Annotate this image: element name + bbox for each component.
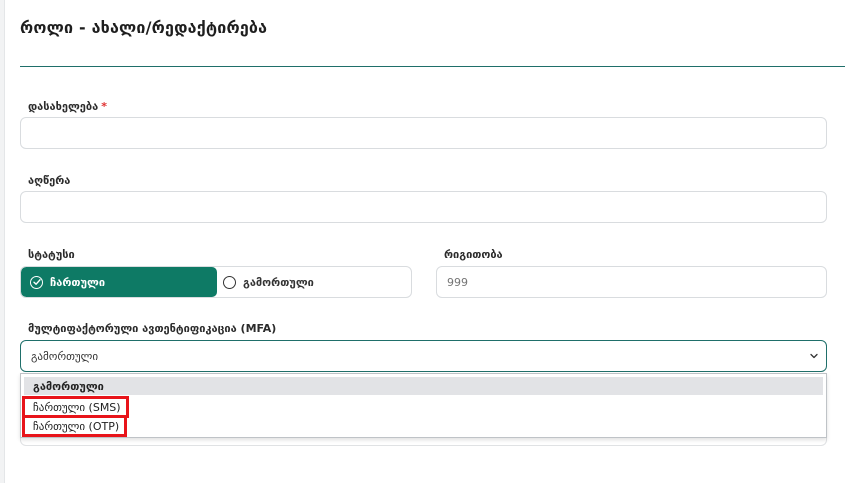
name-label: დასახელება * <box>28 100 107 113</box>
name-input[interactable] <box>20 117 827 149</box>
mfa-select[interactable]: გამორთული <box>20 340 827 372</box>
chevron-down-icon <box>810 353 818 359</box>
status-option-on[interactable]: ჩართული <box>21 267 217 297</box>
status-label: სტატუსი <box>28 248 75 261</box>
mfa-select-value: გამორთული <box>31 349 99 363</box>
order-label: რიგითობა <box>444 248 503 261</box>
mfa-dropdown-list: გამორთული ჩართული (SMS) ჩართული (OTP) <box>20 373 827 438</box>
status-option-on-label: ჩართული <box>50 275 106 289</box>
mfa-option-otp[interactable]: ჩართული (OTP) <box>21 415 128 437</box>
description-label: აღწერა <box>28 174 71 187</box>
required-asterisk: * <box>101 100 107 113</box>
description-input[interactable] <box>20 191 827 223</box>
status-toggle-group: ჩართული გამორთული <box>20 266 412 298</box>
status-option-off[interactable]: გამორთული <box>223 267 411 297</box>
check-mark-glyph <box>32 279 41 285</box>
check-circle-icon <box>30 275 43 289</box>
role-edit-panel: როლი - ახალი/რედაქტირება დასახელება * აღწ… <box>4 0 845 483</box>
mfa-option-disabled[interactable]: გამორთული <box>24 377 823 395</box>
title-divider <box>20 66 845 67</box>
mfa-option-sms[interactable]: ჩართული (SMS) <box>22 396 129 418</box>
mfa-label: მულტიფაქტორული ავთენტიფიკაცია (MFA) <box>28 322 277 335</box>
order-input[interactable] <box>436 266 827 298</box>
status-option-off-label: გამორთული <box>243 275 314 289</box>
page-title: როლი - ახალი/რედაქტირება <box>20 18 268 37</box>
radio-empty-icon <box>223 275 236 289</box>
name-label-text: დასახელება <box>28 100 99 113</box>
